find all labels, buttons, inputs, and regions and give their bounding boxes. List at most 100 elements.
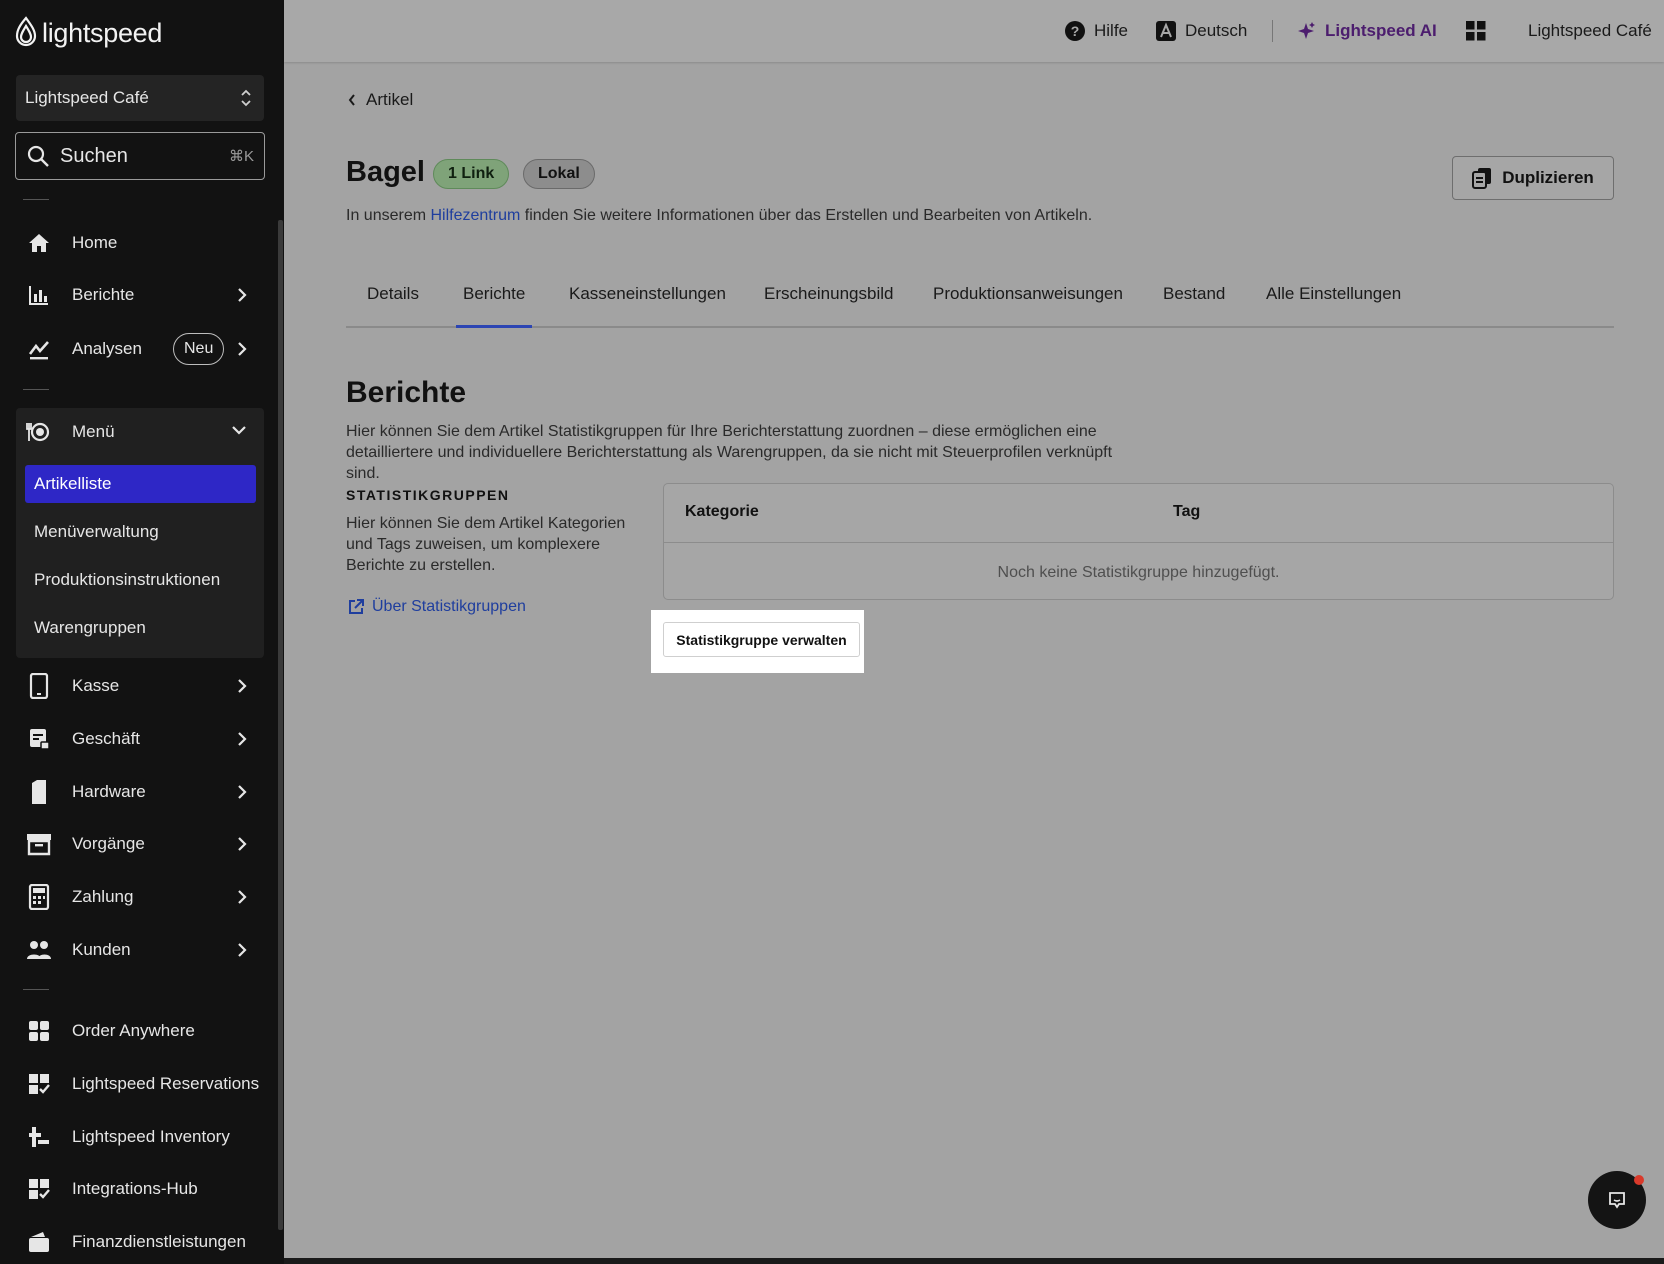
column-header-tag: Tag bbox=[1173, 503, 1201, 520]
sidebar-subitem-produktionsinstruktionen[interactable]: Produktionsinstruktionen bbox=[25, 561, 256, 599]
menu-group: Menü Artikelliste Menüverwaltung Produkt… bbox=[16, 408, 264, 658]
calculator-icon bbox=[26, 884, 52, 910]
chevron-right-icon bbox=[238, 785, 247, 799]
chevron-right-icon bbox=[238, 890, 247, 904]
local-badge: Lokal bbox=[523, 159, 595, 189]
reservations-icon bbox=[26, 1071, 52, 1097]
account-menu[interactable]: Lightspeed Café bbox=[1528, 18, 1652, 44]
help-center-link[interactable]: Hilfezentrum bbox=[430, 207, 520, 224]
divider bbox=[1272, 20, 1273, 42]
apps-grid-button[interactable] bbox=[1466, 18, 1486, 44]
svg-text:?: ? bbox=[1071, 23, 1080, 39]
lightspeed-logo[interactable]: lightspeed bbox=[14, 16, 162, 50]
sidebar-item-menu[interactable]: Menü bbox=[0, 412, 265, 452]
sidebar-item-label: Integrations-Hub bbox=[72, 1179, 198, 1198]
sidebar-item-reservations[interactable]: Lightspeed Reservations bbox=[0, 1064, 265, 1104]
search-box[interactable]: Suchen ⌘K bbox=[15, 132, 265, 180]
inventory-icon bbox=[26, 1124, 52, 1150]
search-icon bbox=[27, 145, 49, 167]
sidebar-subitem-menuverwaltung[interactable]: Menüverwaltung bbox=[25, 513, 256, 551]
back-link[interactable]: Artikel bbox=[348, 90, 413, 110]
sidebar-subitem-warengruppen[interactable]: Warengruppen bbox=[25, 609, 256, 647]
archive-icon bbox=[26, 831, 52, 857]
flame-icon bbox=[15, 16, 37, 47]
statistics-groups-table: Kategorie Tag Noch keine Statistikgruppe… bbox=[663, 483, 1614, 600]
tab-alle-einstellungen[interactable]: Alle Einstellungen bbox=[1259, 282, 1408, 328]
tab-produktionsanweisungen[interactable]: Produktionsanweisungen bbox=[926, 282, 1130, 328]
tab-berichte[interactable]: Berichte bbox=[456, 282, 533, 328]
tablet-icon bbox=[26, 673, 52, 699]
sidebar: lightspeed Lightspeed Café Suchen ⌘K Hom… bbox=[0, 0, 284, 1264]
sidebar-item-geschaeft[interactable]: Geschäft bbox=[0, 719, 265, 759]
trend-chart-icon bbox=[26, 336, 52, 362]
sidebar-item-vorgaenge[interactable]: Vorgänge bbox=[0, 824, 265, 864]
sidebar-item-inventory[interactable]: Lightspeed Inventory bbox=[0, 1117, 265, 1157]
duplicate-button[interactable]: Duplizieren bbox=[1452, 156, 1614, 200]
store-receipt-icon bbox=[26, 726, 52, 752]
sparkle-icon bbox=[1298, 22, 1315, 39]
link-count-badge: 1 Link bbox=[433, 159, 510, 189]
sidebar-item-zahlung[interactable]: Zahlung bbox=[0, 877, 265, 917]
chevron-right-icon bbox=[238, 679, 247, 693]
store-selector-label: Lightspeed Café bbox=[25, 88, 149, 107]
tab-details[interactable]: Details bbox=[360, 282, 426, 328]
bottom-strip bbox=[284, 1258, 1664, 1264]
store-selector[interactable]: Lightspeed Café bbox=[16, 75, 264, 121]
lightspeed-ai-label: Lightspeed AI bbox=[1325, 21, 1437, 40]
sidebar-scrollbar[interactable] bbox=[278, 220, 283, 1230]
bar-chart-icon bbox=[26, 282, 52, 308]
section-title: Berichte bbox=[346, 376, 467, 409]
sidebar-item-order-anywhere[interactable]: Order Anywhere bbox=[0, 1011, 265, 1051]
tab-erscheinungsbild[interactable]: Erscheinungsbild bbox=[757, 282, 900, 328]
top-bar: ? Hilfe Deutsch Lightspeed AI Lightspeed… bbox=[284, 0, 1664, 62]
logo-text: lightspeed bbox=[42, 17, 163, 48]
table-header: Kategorie Tag bbox=[664, 484, 1613, 543]
external-link-icon bbox=[349, 599, 364, 614]
sidebar-item-home[interactable]: Home bbox=[0, 223, 265, 263]
apps-grid-icon bbox=[1466, 21, 1486, 41]
chevron-up-down-icon bbox=[241, 89, 251, 107]
column-header-category: Kategorie bbox=[685, 503, 759, 520]
sidebar-item-berichte[interactable]: Berichte bbox=[0, 275, 265, 315]
language-button[interactable]: Deutsch bbox=[1155, 18, 1247, 44]
divider bbox=[23, 989, 49, 990]
chevron-right-icon bbox=[238, 837, 247, 851]
sidebar-item-hardware[interactable]: Hardware bbox=[0, 772, 265, 812]
language-label: Deutsch bbox=[1185, 21, 1248, 40]
about-statistics-groups-link[interactable]: Über Statistikgruppen bbox=[348, 598, 526, 616]
statistics-groups-heading: STATISTIKGRUPPEN bbox=[346, 487, 510, 503]
back-link-label: Artikel bbox=[366, 90, 414, 109]
duplicate-label: Duplizieren bbox=[1502, 168, 1594, 187]
chevron-right-icon bbox=[238, 943, 247, 957]
subtitle-text-pre: In unserem bbox=[346, 207, 431, 224]
chevron-right-icon bbox=[238, 342, 247, 356]
sidebar-item-analysen[interactable]: Analysen Neu bbox=[0, 329, 265, 369]
duplicate-icon bbox=[1472, 168, 1492, 189]
menu-dish-icon bbox=[26, 419, 52, 445]
divider bbox=[23, 199, 49, 200]
help-button[interactable]: ? Hilfe bbox=[1064, 18, 1128, 44]
chevron-right-icon bbox=[238, 288, 247, 302]
section-description: Hier können Sie dem Artikel Statistikgru… bbox=[346, 423, 1113, 482]
chevron-left-icon bbox=[348, 94, 355, 106]
language-icon bbox=[1156, 21, 1176, 41]
sidebar-subitem-artikelliste[interactable]: Artikelliste bbox=[25, 465, 256, 503]
tab-bestand[interactable]: Bestand bbox=[1156, 282, 1232, 328]
sidebar-item-integrations-hub[interactable]: Integrations-Hub bbox=[0, 1169, 265, 1209]
notification-dot bbox=[1634, 1175, 1644, 1185]
new-badge: Neu bbox=[173, 333, 225, 365]
sidebar-item-label: Order Anywhere bbox=[72, 1021, 195, 1040]
empty-state-text: Noch keine Statistikgruppe hinzugefügt. bbox=[997, 564, 1280, 581]
about-link-label: Über Statistikgruppen bbox=[372, 598, 526, 615]
manage-statistics-group-button[interactable]: Statistikgruppe verwalten bbox=[663, 622, 860, 657]
chat-button[interactable] bbox=[1588, 1171, 1646, 1229]
sidebar-item-finanzdienstleistungen[interactable]: Finanzdienstleistungen bbox=[0, 1222, 265, 1262]
help-label: Hilfe bbox=[1094, 21, 1129, 40]
order-anywhere-icon bbox=[26, 1018, 52, 1044]
chevron-down-icon bbox=[232, 426, 246, 435]
sidebar-item-kasse[interactable]: Kasse bbox=[0, 666, 265, 706]
tab-kasseneinstellungen[interactable]: Kasseneinstellungen bbox=[562, 282, 733, 328]
sidebar-item-kunden[interactable]: Kunden bbox=[0, 930, 265, 970]
lightspeed-ai-button[interactable]: Lightspeed AI bbox=[1297, 18, 1437, 44]
sidebar-item-label: Home bbox=[72, 233, 118, 252]
